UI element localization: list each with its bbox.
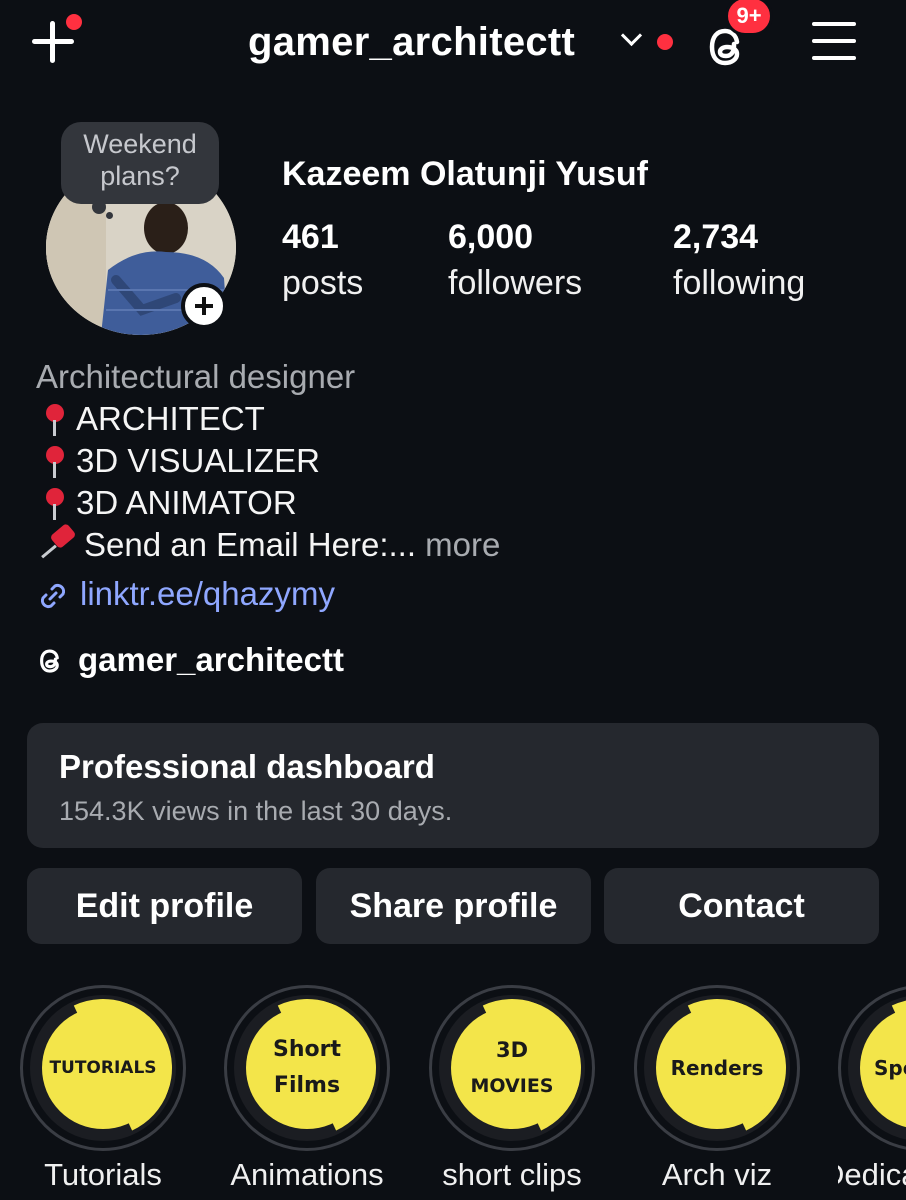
link-text: linktr.ee/qhazymy (80, 575, 335, 612)
highlight-cover: Renders (644, 995, 790, 1141)
round-pushpin-emoji-icon (36, 398, 76, 438)
edit-profile-button[interactable]: Edit profile (27, 868, 302, 944)
pushpin-emoji-icon (36, 522, 84, 564)
bio-line: ARCHITECT (36, 398, 896, 440)
account-switcher-username[interactable]: gamer_architectt (248, 14, 575, 70)
following-label: following (673, 264, 806, 302)
highlight-short-clips[interactable]: 3D MOVIES short clips (429, 985, 595, 1200)
threads-icon (40, 649, 59, 673)
bio-more-link[interactable]: more (425, 526, 500, 563)
bio-email-line: Send an Email Here:... more (36, 522, 896, 566)
highlight-label: Dedica (838, 1157, 906, 1192)
bio-category: Architectural designer (36, 358, 356, 395)
highlight-cover: TUTORIALS (30, 995, 176, 1141)
highlight-tutorials[interactable]: TUTORIALS Tutorials (20, 985, 186, 1200)
highlight-label: Arch viz (661, 1157, 773, 1192)
followers-stat[interactable]: 6,000 followers (448, 214, 582, 306)
bio-line: 3D VISUALIZER (36, 440, 896, 482)
followers-count: 6,000 (448, 218, 534, 256)
add-story-plus-icon[interactable] (181, 283, 227, 329)
plus-notification-dot (66, 14, 82, 30)
professional-dashboard-card[interactable]: Professional dashboard 154.3K views in t… (27, 723, 879, 848)
contact-button[interactable]: Contact (604, 868, 879, 944)
top-bar: gamer_architectt 9+ (0, 0, 906, 90)
highlight-cover-text: TUTORIALS (49, 1058, 157, 1078)
highlight-cover: 3D MOVIES (439, 995, 585, 1141)
chevron-down-icon[interactable] (620, 28, 644, 52)
posts-count: 461 (282, 218, 339, 256)
highlight-cover-text: 3D (495, 1038, 529, 1062)
bio-email-text: Send an Email Here:... (84, 526, 416, 563)
highlight-cover-text: Films (273, 1073, 341, 1098)
highlight-cover-text: Spe (874, 1056, 906, 1080)
highlight-cover-text: Short (273, 1037, 341, 1062)
followers-label: followers (448, 264, 583, 302)
posts-label: posts (282, 264, 364, 302)
highlight-animations[interactable]: Short Films Animations (224, 985, 390, 1200)
threads-handle: gamer_architectt (78, 641, 344, 678)
highlight-cover-text: MOVIES (470, 1075, 554, 1097)
round-pushpin-emoji-icon (36, 482, 76, 522)
profile-bio: Architectural designer ARCHITECT 3D VISU… (36, 356, 896, 566)
following-count: 2,734 (673, 218, 759, 256)
threads-notification-badge: 9+ (725, 0, 773, 36)
highlight-cover-text: Renders (670, 1056, 764, 1080)
round-pushpin-emoji-icon (36, 440, 76, 480)
profile-full-name: Kazeem Olatunji Yusuf (282, 155, 648, 193)
create-plus-icon[interactable] (28, 14, 82, 66)
note-bubble-tail (92, 200, 106, 214)
posts-stat[interactable]: 461 posts (282, 214, 363, 306)
link-icon (40, 583, 66, 609)
account-notification-dot (657, 34, 673, 50)
dashboard-title: Professional dashboard (59, 748, 435, 785)
note-bubble-tail-small (106, 212, 113, 219)
hamburger-menu-icon[interactable] (810, 20, 860, 64)
profile-note-bubble[interactable]: Weekend plans? (61, 122, 219, 204)
following-stat[interactable]: 2,734 following (673, 214, 805, 306)
highlight-arch-viz[interactable]: Renders Arch viz (634, 985, 800, 1200)
dashboard-views-summary: 154.3K views in the last 30 days. (59, 796, 453, 826)
bio-line: 3D ANIMATOR (36, 482, 896, 524)
highlight-cover: Short Films (234, 995, 380, 1141)
share-profile-button[interactable]: Share profile (316, 868, 591, 944)
highlight-dedicated-partial[interactable]: Spe Dedica (838, 985, 906, 1200)
